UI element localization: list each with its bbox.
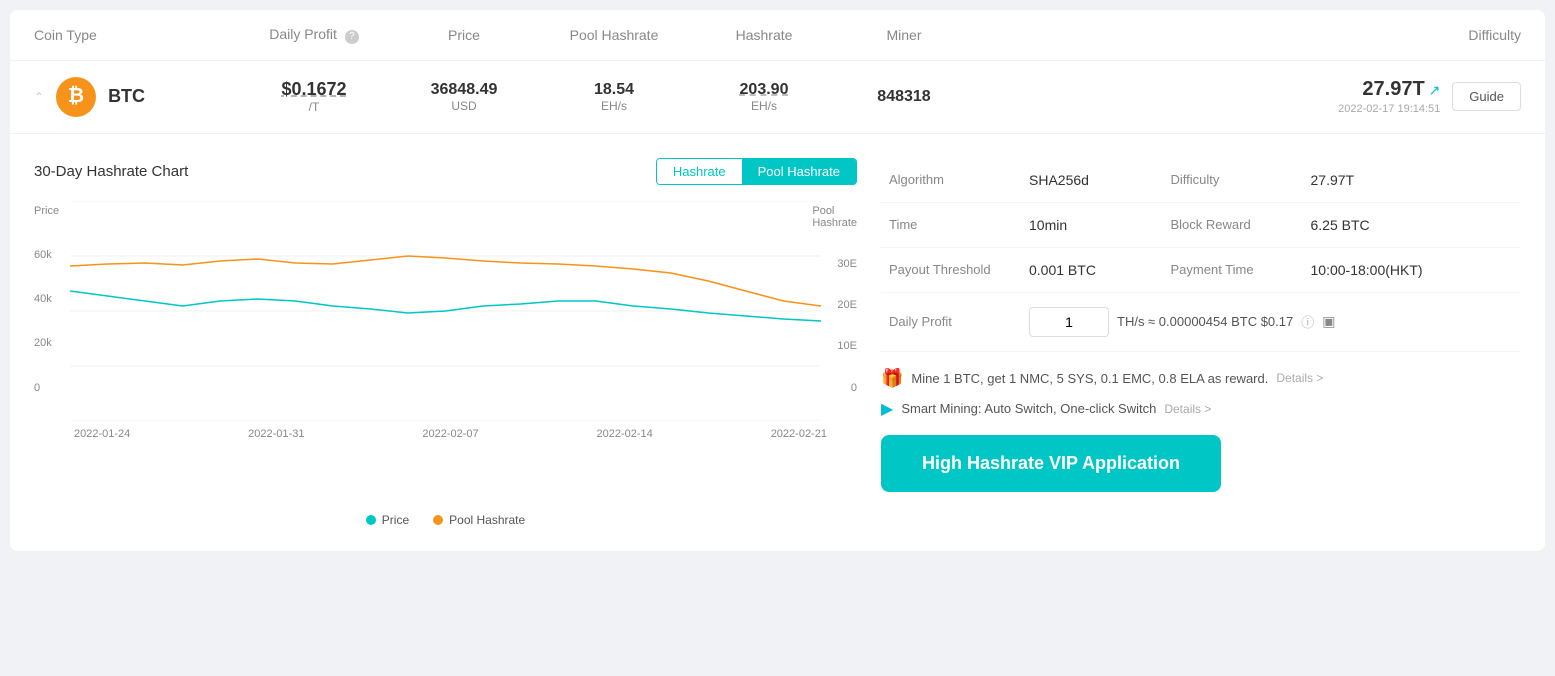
daily-profit-value: $0.1672 xyxy=(234,79,394,100)
difficulty-cell: 27.97T ↗ 2022-02-17 19:14:51 Guide xyxy=(974,78,1521,115)
hashrate-cell: 203.90 EH/s xyxy=(694,81,834,113)
price-unit: USD xyxy=(394,99,534,113)
daily-profit-unit: /T xyxy=(234,100,394,114)
algorithm-row: Algorithm SHA256d Difficulty 27.97T xyxy=(881,158,1521,203)
hashrate-unit: EH/s xyxy=(694,99,834,113)
smart-mining-text: Smart Mining: Auto Switch, One-click Swi… xyxy=(901,401,1156,416)
y-axis-right-0: 0 xyxy=(851,382,857,394)
info-section: Algorithm SHA256d Difficulty 27.97T Time… xyxy=(881,158,1521,527)
row-chevron-icon[interactable]: ⌃ xyxy=(34,90,44,104)
y-axis-left-40k: 40k xyxy=(34,293,52,305)
promo-box: 🎁 Mine 1 BTC, get 1 NMC, 5 SYS, 0.1 EMC,… xyxy=(881,368,1521,419)
coin-cell: ⌃ ₿ BTC xyxy=(34,77,234,117)
daily-profit-input[interactable] xyxy=(1029,307,1109,337)
gift-icon: 🎁 xyxy=(881,368,903,389)
pool-hashrate-value: 18.54 xyxy=(534,81,694,99)
btc-row: ⌃ ₿ BTC $0.1672 /T 36848.49 USD 18.54 EH… xyxy=(10,61,1545,134)
x-label-0: 2022-01-24 xyxy=(74,428,130,440)
chart-toggle: Hashrate Pool Hashrate xyxy=(656,158,857,185)
guide-button[interactable]: Guide xyxy=(1452,82,1521,111)
legend-pool-hashrate-dot xyxy=(433,515,443,525)
profit-calc-text: TH/s ≈ 0.00000454 BTC $0.17 xyxy=(1117,314,1293,329)
header-coin-type: Coin Type xyxy=(34,27,234,43)
y-axis-left-0: 0 xyxy=(34,382,40,394)
main-container: Coin Type Daily Profit ? Price Pool Hash… xyxy=(10,10,1545,551)
difficulty-timestamp: 2022-02-17 19:14:51 xyxy=(1338,103,1440,115)
time-label: Time xyxy=(881,202,1021,247)
legend-price-dot xyxy=(366,515,376,525)
payment-time-label: Payment Time xyxy=(1163,247,1303,292)
payout-value: 0.001 BTC xyxy=(1021,247,1163,292)
header-pool-hashrate: Pool Hashrate xyxy=(534,27,694,43)
chart-title: 30-Day Hashrate Chart xyxy=(34,163,188,180)
pool-hashrate-cell: 18.54 EH/s xyxy=(534,81,694,113)
daily-profit-help-icon[interactable]: ? xyxy=(345,30,359,44)
block-reward-label: Block Reward xyxy=(1163,202,1303,247)
header-miner: Miner xyxy=(834,27,974,43)
smart-details-link[interactable]: Details > xyxy=(1164,402,1211,416)
promo-smart-item: ▶ Smart Mining: Auto Switch, One-click S… xyxy=(881,399,1521,419)
promo-gift-item: 🎁 Mine 1 BTC, get 1 NMC, 5 SYS, 0.1 EMC,… xyxy=(881,368,1521,389)
bottom-section: 30-Day Hashrate Chart Hashrate Pool Hash… xyxy=(10,134,1545,551)
calc-help-icon[interactable]: ⓘ xyxy=(1301,312,1314,331)
pool-hashrate-toggle-btn[interactable]: Pool Hashrate xyxy=(742,159,856,184)
y-axis-right-10e: 10E xyxy=(837,340,857,352)
difficulty-label: Difficulty xyxy=(1163,158,1303,203)
algorithm-value: SHA256d xyxy=(1021,158,1163,203)
chart-header: 30-Day Hashrate Chart Hashrate Pool Hash… xyxy=(34,158,857,185)
calculator-icon[interactable]: ▣ xyxy=(1322,313,1335,330)
daily-profit-input-row: Daily Profit TH/s ≈ 0.00000454 BTC $0.17… xyxy=(881,292,1521,351)
header-hashrate: Hashrate xyxy=(694,27,834,43)
x-label-3: 2022-02-14 xyxy=(597,428,653,440)
y-axis-right-20e: 20E xyxy=(837,299,857,311)
x-axis: 2022-01-24 2022-01-31 2022-02-07 2022-02… xyxy=(34,428,857,440)
legend-price: Price xyxy=(366,513,409,527)
info-table: Algorithm SHA256d Difficulty 27.97T Time… xyxy=(881,158,1521,352)
algorithm-label: Algorithm xyxy=(881,158,1021,203)
promo-gift-text: Mine 1 BTC, get 1 NMC, 5 SYS, 0.1 EMC, 0… xyxy=(911,371,1268,386)
x-label-4: 2022-02-21 xyxy=(771,428,827,440)
payment-time-value: 10:00-18:00(HKT) xyxy=(1303,247,1522,292)
block-reward-value: 6.25 BTC xyxy=(1303,202,1522,247)
price-value: 36848.49 xyxy=(394,81,534,99)
daily-profit-cell: $0.1672 /T xyxy=(234,79,394,114)
y-axis-right-30e: 30E xyxy=(837,258,857,270)
x-label-1: 2022-01-31 xyxy=(248,428,304,440)
coin-name: BTC xyxy=(108,86,145,107)
payout-row: Payout Threshold 0.001 BTC Payment Time … xyxy=(881,247,1521,292)
legend-pool-hashrate-label: Pool Hashrate xyxy=(449,513,525,527)
miner-cell: 848318 xyxy=(834,88,974,106)
y-axis-left-60k: 60k xyxy=(34,249,52,261)
difficulty-info-value: 27.97T xyxy=(1303,158,1522,203)
y-left-label-price: Price xyxy=(34,205,59,217)
daily-profit-info-label: Daily Profit xyxy=(881,292,1021,351)
payout-label: Payout Threshold xyxy=(881,247,1021,292)
time-value: 10min xyxy=(1021,202,1163,247)
legend-price-label: Price xyxy=(382,513,409,527)
chart-svg xyxy=(70,201,821,421)
miner-value: 848318 xyxy=(834,88,974,106)
smart-mining-icon: ▶ xyxy=(881,399,893,419)
hashrate-value: 203.90 xyxy=(694,81,834,99)
x-label-2: 2022-02-07 xyxy=(422,428,478,440)
btc-icon: ₿ xyxy=(56,77,96,117)
legend-pool-hashrate: Pool Hashrate xyxy=(433,513,525,527)
header-difficulty: Difficulty xyxy=(974,27,1521,43)
difficulty-up-arrow-icon: ↗ xyxy=(1429,82,1441,98)
pool-hashrate-unit: EH/s xyxy=(534,99,694,113)
header-price: Price xyxy=(394,27,534,43)
chart-legend: Price Pool Hashrate xyxy=(34,513,857,527)
y-axis-left-20k: 20k xyxy=(34,337,52,349)
header-daily-profit: Daily Profit ? xyxy=(234,26,394,44)
chart-section: 30-Day Hashrate Chart Hashrate Pool Hash… xyxy=(34,158,857,527)
vip-application-button[interactable]: High Hashrate VIP Application xyxy=(881,435,1221,492)
difficulty-value: 27.97T xyxy=(1362,78,1424,100)
gift-details-link[interactable]: Details > xyxy=(1276,371,1323,385)
hashrate-toggle-btn[interactable]: Hashrate xyxy=(657,159,742,184)
price-cell: 36848.49 USD xyxy=(394,81,534,113)
chart-area: Price 60k 40k 20k 0 xyxy=(34,201,857,501)
time-row: Time 10min Block Reward 6.25 BTC xyxy=(881,202,1521,247)
table-header: Coin Type Daily Profit ? Price Pool Hash… xyxy=(10,10,1545,61)
